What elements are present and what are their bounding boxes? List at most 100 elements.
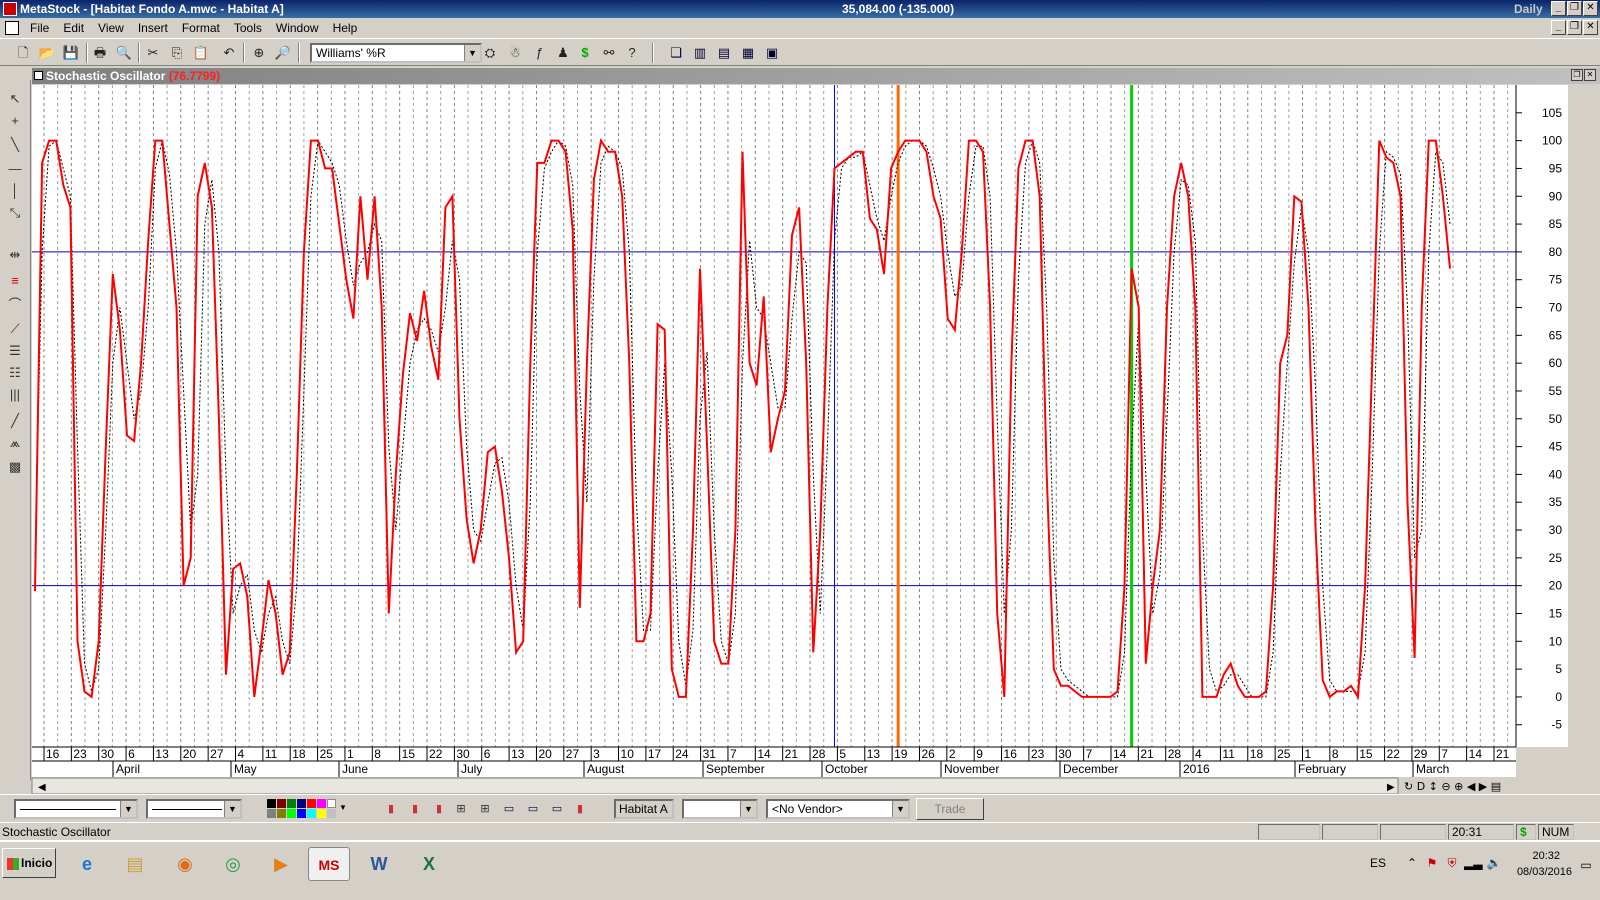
signal-icon[interactable]: ▂▃ xyxy=(1464,856,1482,872)
internet-explorer-icon[interactable]: e xyxy=(66,847,108,881)
pane-4-icon[interactable]: ▮ xyxy=(571,801,589,817)
expert-advisor-icon[interactable]: ⛭ xyxy=(480,43,500,63)
chart-style-1-icon[interactable]: ▮ xyxy=(382,801,400,817)
tile-grid-icon[interactable]: ▦ xyxy=(738,43,758,63)
interval-select[interactable]: ▼ xyxy=(682,799,758,819)
security-field[interactable]: Habitat A xyxy=(614,799,674,819)
chart-style-3-icon[interactable]: ▮ xyxy=(430,801,448,817)
x-tick-label: 4 xyxy=(238,747,245,761)
indicator-select[interactable]: Williams' %R ▼ xyxy=(310,43,482,63)
y-tick-label: 55 xyxy=(1549,384,1563,398)
menu-help[interactable]: Help xyxy=(326,21,365,35)
binoculars-icon[interactable]: ⚯ xyxy=(599,43,619,63)
close-button[interactable]: ✕ xyxy=(1583,1,1598,16)
pane-3-icon[interactable]: ▭ xyxy=(548,801,566,817)
scroll-right-icon[interactable]: ▶ xyxy=(1387,782,1395,793)
help-pointer-icon[interactable]: ? xyxy=(622,43,642,63)
chevron-down-icon[interactable]: ▼ xyxy=(464,45,480,61)
media-player-icon[interactable]: ▶ xyxy=(260,847,302,881)
chevron-down-icon[interactable]: ▼ xyxy=(224,801,240,817)
language-indicator[interactable]: ES xyxy=(1370,856,1386,870)
menu-tools[interactable]: Tools xyxy=(227,21,269,35)
child-minimize-button[interactable]: _ xyxy=(1551,20,1566,35)
scroll-controls-icon[interactable]: ↻ D ↕ ⊖ ⊕ ◀ ▶ ▤ xyxy=(1404,780,1501,793)
undo-icon[interactable]: ↶ xyxy=(219,43,239,63)
y-tick-label: 80 xyxy=(1549,245,1563,259)
zoom-icon[interactable]: 🔎 xyxy=(273,43,293,63)
x-tick-label: 16 xyxy=(1004,747,1018,761)
menu-view[interactable]: View xyxy=(91,21,131,35)
save-icon[interactable]: 💾 xyxy=(61,43,81,63)
menu-file[interactable]: File xyxy=(23,21,56,35)
x-tick-label: 14 xyxy=(1113,747,1127,761)
arrange-icon[interactable]: ▣ xyxy=(762,43,782,63)
app-icon[interactable] xyxy=(3,2,17,16)
x-tick-label: 21 xyxy=(1140,747,1154,761)
copy-icon[interactable]: ⎘ xyxy=(167,43,187,63)
chevron-down-icon[interactable]: ▼ xyxy=(892,801,908,817)
chrome-icon[interactable]: ◎ xyxy=(212,847,254,881)
explorer-icon[interactable]: ☃ xyxy=(505,43,525,63)
month-label: September xyxy=(706,762,765,776)
clock-time[interactable]: 20:32 xyxy=(1532,850,1560,862)
security-alert-icon[interactable]: ⛨ xyxy=(1444,856,1460,872)
child-close-button[interactable]: ✕ xyxy=(1583,20,1598,35)
clock-date[interactable]: 08/03/2016 xyxy=(1517,866,1572,878)
minimize-button[interactable]: _ xyxy=(1551,1,1566,16)
line-weight-select[interactable]: ▼ xyxy=(146,799,242,819)
metastock-taskbar-icon[interactable]: MS xyxy=(308,847,350,881)
volume-icon[interactable]: 🔈 xyxy=(1486,856,1502,872)
formula-icon[interactable]: ƒ xyxy=(529,43,549,63)
trade-button[interactable]: Trade xyxy=(916,798,984,820)
scroll-left-icon[interactable]: ◀ xyxy=(38,782,46,793)
periodicity-label: Daily xyxy=(1514,2,1543,16)
menu-bar: File Edit View Insert Format Tools Windo… xyxy=(0,18,1600,38)
chevron-down-icon[interactable]: ▼ xyxy=(120,801,136,817)
network-alert-icon[interactable]: ⚑ xyxy=(1424,856,1440,872)
x-tick-label: 16 xyxy=(46,747,60,761)
menu-format[interactable]: Format xyxy=(175,21,227,35)
vendor-select[interactable]: <No Vendor> ▼ xyxy=(766,799,910,819)
open-folder-icon[interactable]: 📂 xyxy=(37,43,57,63)
chart-style-5-icon[interactable]: ⊞ xyxy=(476,801,494,817)
chart-style-2-icon[interactable]: ▮ xyxy=(406,801,424,817)
new-file-icon[interactable]: 🗋 xyxy=(13,43,33,63)
cascade-icon[interactable]: ❏ xyxy=(666,43,686,63)
y-tick-label: 20 xyxy=(1549,579,1563,593)
child-restore-button[interactable]: ❐ xyxy=(1567,20,1582,35)
show-desktop-icon[interactable]: ▭ xyxy=(1578,858,1594,874)
file-explorer-icon[interactable]: ▤ xyxy=(114,847,156,881)
chart-svg[interactable]: 1051009590858075706560555045403530252015… xyxy=(0,67,1600,794)
cut-icon[interactable]: ✂ xyxy=(143,43,163,63)
chevron-down-icon[interactable]: ▼ xyxy=(740,801,756,817)
y-tick-label: 15 xyxy=(1549,606,1563,620)
line-style-select[interactable]: ▼ xyxy=(14,799,138,819)
document-icon[interactable] xyxy=(5,21,19,35)
pane-1-icon[interactable]: ▭ xyxy=(500,801,518,817)
menu-insert[interactable]: Insert xyxy=(131,21,175,35)
print-icon[interactable]: 🖶 xyxy=(90,43,110,63)
pane-2-icon[interactable]: ▭ xyxy=(524,801,542,817)
start-button[interactable]: Inicio xyxy=(2,848,56,878)
restore-button[interactable]: ❐ xyxy=(1567,1,1582,16)
horizontal-scrollbar[interactable] xyxy=(31,777,1399,794)
color-palette[interactable]: ▼ xyxy=(267,799,347,819)
x-tick-label: 21 xyxy=(785,747,799,761)
print-preview-icon[interactable]: 🔍 xyxy=(114,43,134,63)
dollar-icon[interactable]: $ xyxy=(575,43,595,63)
y-tick-label: 10 xyxy=(1549,634,1563,648)
menu-window[interactable]: Window xyxy=(269,21,326,35)
system-tester-icon[interactable]: ♟ xyxy=(553,43,573,63)
x-tick-label: 1 xyxy=(347,747,354,761)
word-icon[interactable]: W xyxy=(358,847,400,881)
excel-icon[interactable]: X xyxy=(408,847,450,881)
show-hidden-icons-icon[interactable]: ⌃ xyxy=(1404,856,1420,872)
chart-style-4-icon[interactable]: ⊞ xyxy=(452,801,470,817)
paste-icon[interactable]: 📋 xyxy=(191,43,211,63)
vendor-select-value: <No Vendor> xyxy=(772,802,843,816)
tile-vertical-icon[interactable]: ▥ xyxy=(690,43,710,63)
crosshair-icon[interactable]: ⊕ xyxy=(249,43,269,63)
menu-edit[interactable]: Edit xyxy=(56,21,91,35)
tile-horizontal-icon[interactable]: ▤ xyxy=(714,43,734,63)
firefox-icon[interactable]: ◉ xyxy=(164,847,206,881)
